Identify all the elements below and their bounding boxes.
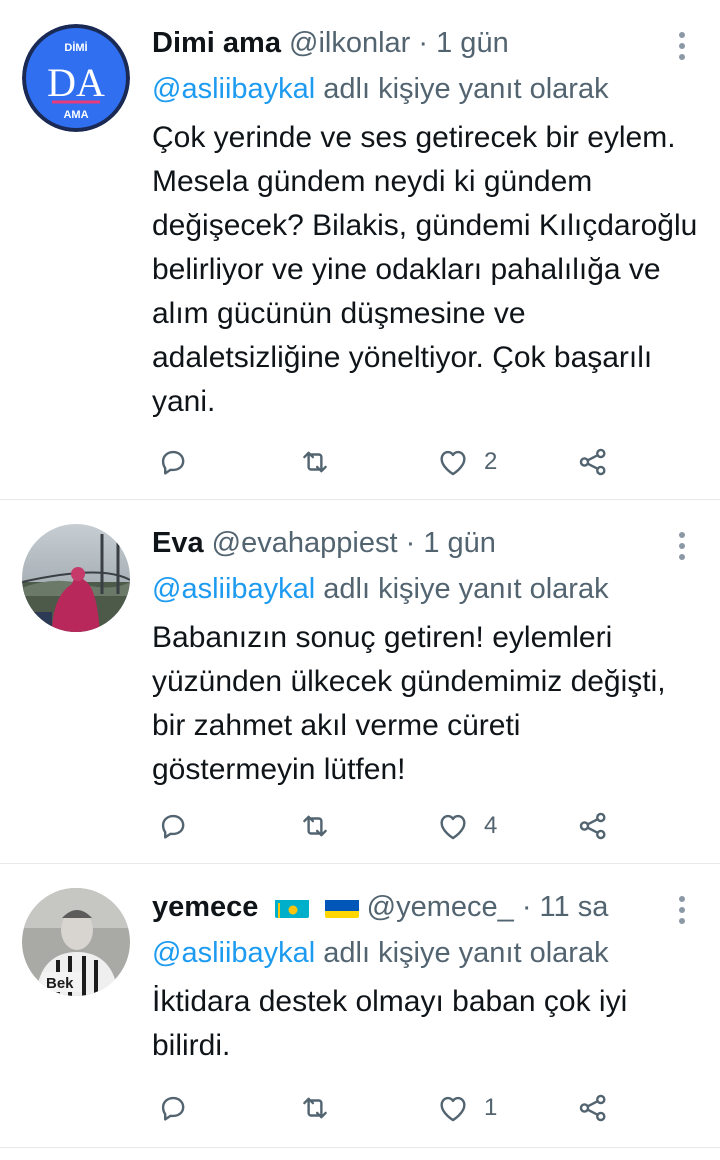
tweet-text: Çok yerinde ve ses getirecek bir eylem. …	[152, 121, 698, 418]
display-name[interactable]: yemece	[152, 891, 258, 923]
reply-button[interactable]	[156, 442, 190, 482]
tweet-text: Babanızın sonuç getiren! eylemleri yüzün…	[152, 621, 666, 786]
display-name[interactable]: Eva	[152, 527, 204, 559]
more-vertical-icon[interactable]	[678, 532, 686, 560]
tweet-card[interactable]: DİMİ DA AMA Dimi ama @ilkonlar · 1 gün @…	[0, 0, 720, 500]
ukraine-flag-icon	[324, 896, 359, 918]
avatar[interactable]: DİMİ DA AMA	[22, 24, 130, 132]
share-button[interactable]	[576, 806, 610, 846]
share-icon	[579, 1094, 606, 1122]
avatar-initials: DA	[47, 60, 105, 105]
like-count: 1	[484, 1094, 498, 1121]
reply-mention-link[interactable]: @asliibaykal	[152, 573, 315, 605]
tweet-actions: 2	[152, 442, 720, 482]
reply-context: @asliibaykal adlı kişiye yanıt olarak	[152, 572, 609, 606]
user-handle[interactable]: @yemece_	[367, 891, 514, 923]
more-vertical-icon[interactable]	[678, 896, 686, 924]
separator-dot: ·	[418, 27, 429, 59]
reply-button[interactable]	[156, 806, 190, 846]
reply-icon	[161, 1096, 185, 1121]
heart-icon	[440, 450, 466, 476]
separator-dot: ·	[521, 891, 532, 923]
tweet-header: yemece @yemece_ · 11 sa	[152, 890, 660, 924]
avatar[interactable]	[22, 524, 130, 632]
separator-dot: ·	[405, 527, 416, 559]
tweet-text: İktidara destek olmayı baban çok iyi bil…	[152, 985, 628, 1062]
tweet-card[interactable]: Eva @evahappiest · 1 gün @asliibaykal ad…	[0, 500, 720, 864]
reply-suffix: adlı kişiye yanıt olarak	[323, 573, 609, 605]
tweet-actions: 4	[152, 806, 720, 846]
tweet-card[interactable]: Bek yemece @yemece_ · 11 sa @asliibaykal…	[0, 864, 720, 1148]
tweet-actions: 1	[152, 1088, 720, 1128]
retweet-button[interactable]	[298, 806, 332, 846]
reply-suffix: adlı kişiye yanıt olarak	[323, 73, 609, 105]
heart-icon	[440, 814, 466, 840]
timestamp[interactable]: 1 gün	[423, 527, 496, 559]
share-icon	[579, 448, 606, 476]
user-handle[interactable]: @ilkonlar	[289, 27, 410, 59]
retweet-button[interactable]	[298, 442, 332, 482]
timestamp[interactable]: 11 sa	[540, 891, 609, 923]
retweet-button[interactable]	[298, 1088, 332, 1128]
like-count: 4	[484, 812, 498, 839]
reply-mention-link[interactable]: @asliibaykal	[152, 937, 315, 969]
avatar-top-text: DİMİ	[64, 41, 87, 54]
retweet-icon	[303, 1097, 327, 1119]
retweet-icon	[303, 815, 327, 837]
tweet-header: Eva @evahappiest · 1 gün	[152, 526, 660, 560]
timestamp[interactable]: 1 gün	[436, 27, 509, 59]
like-count: 2	[484, 448, 498, 475]
share-button[interactable]	[576, 442, 610, 482]
heart-icon	[440, 1096, 466, 1122]
avatar-image: DİMİ DA AMA	[22, 24, 130, 132]
avatar-image	[22, 524, 130, 632]
kazakhstan-flag-icon	[274, 896, 309, 918]
reply-icon	[161, 450, 185, 475]
reply-suffix: adlı kişiye yanıt olarak	[323, 937, 609, 969]
share-button[interactable]	[576, 1088, 610, 1128]
like-button[interactable]: 4	[436, 806, 497, 846]
share-icon	[579, 812, 606, 840]
reply-mention-link[interactable]: @asliibaykal	[152, 73, 315, 105]
reply-button[interactable]	[156, 1088, 190, 1128]
like-button[interactable]: 1	[436, 1088, 497, 1128]
more-vertical-icon[interactable]	[678, 32, 686, 60]
tweet-header: Dimi ama @ilkonlar · 1 gün	[152, 26, 660, 60]
reply-context: @asliibaykal adlı kişiye yanıt olarak	[152, 72, 609, 106]
user-handle[interactable]: @evahappiest	[212, 527, 398, 559]
like-button[interactable]: 2	[436, 442, 497, 482]
avatar[interactable]: Bek	[22, 888, 130, 996]
display-name[interactable]: Dimi ama	[152, 27, 281, 59]
retweet-icon	[303, 451, 327, 473]
avatar-caption: Bek	[46, 975, 74, 992]
avatar-image: Bek	[22, 888, 130, 996]
avatar-bottom-text: AMA	[63, 109, 88, 121]
reply-icon	[161, 814, 185, 839]
reply-context: @asliibaykal adlı kişiye yanıt olarak	[152, 936, 609, 970]
